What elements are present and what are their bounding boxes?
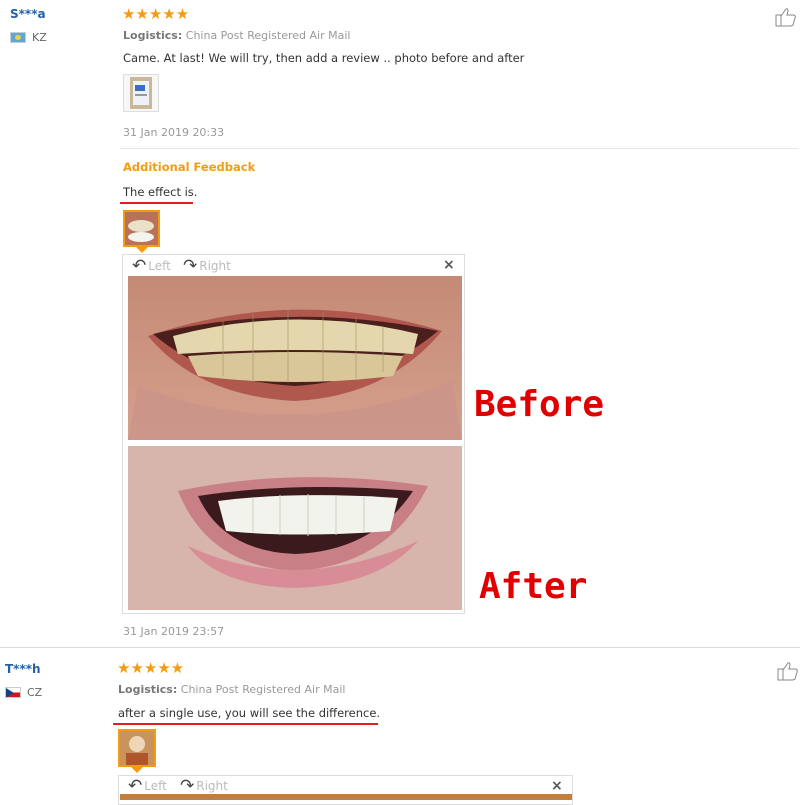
kz-flag-icon [10,32,26,43]
review-text: Came. At last! We will try, then add a r… [123,51,525,65]
rotate-left-label: Left [148,259,171,273]
reviewer-country: KZ [10,31,47,44]
rotate-right-button[interactable]: ↷ Right [183,256,231,276]
package-photo-icon [130,77,152,109]
logistics-value: China Post Registered Air Mail [185,29,351,42]
rotate-right-label: Right [196,779,228,793]
rating-stars: ★★★★★ [122,5,190,23]
review-photo-thumbnail[interactable] [123,74,159,112]
thumbs-up-icon [777,662,798,681]
red-underline [120,202,193,204]
country-code: CZ [27,686,43,699]
logistics-label: Logistics: [123,29,183,42]
rating-stars: ★★★★★ [117,659,185,677]
rotate-left-button[interactable]: ↶ Left [132,256,171,276]
after-photo [128,446,462,610]
after-annotation: After [479,566,588,607]
rotate-right-button[interactable]: ↷ Right [180,776,228,796]
like-button[interactable] [777,661,799,685]
teeth-thumbnail-icon [125,212,158,245]
logistics-value: China Post Registered Air Mail [180,683,346,696]
additional-feedback-title: Additional Feedback [123,160,256,174]
rotate-left-button[interactable]: ↶ Left [128,776,167,796]
like-button[interactable] [775,7,797,31]
rotate-left-icon: ↶ [132,256,147,276]
review-separator [0,647,800,648]
selected-photo-thumbnail[interactable] [123,210,160,247]
divider [120,148,798,149]
red-underline [113,723,378,725]
reviewer-country: CZ [5,686,42,699]
additional-feedback-date: 31 Jan 2019 23:57 [123,625,225,638]
rotate-left-icon: ↶ [128,776,143,796]
selected-photo-thumbnail[interactable] [118,729,156,767]
rotate-right-icon: ↷ [180,776,195,796]
logistics-info: Logistics: China Post Registered Air Mai… [118,683,345,696]
logistics-info: Logistics: China Post Registered Air Mai… [123,29,350,42]
photo-thumbnail-icon [120,731,154,765]
before-annotation: Before [474,384,605,425]
close-icon[interactable]: × [443,257,455,273]
reviewer-name[interactable]: S***a [10,7,46,21]
before-photo [128,276,462,440]
review-text: after a single use, you will see the dif… [118,706,381,720]
rotate-right-label: Right [199,259,231,273]
cz-flag-icon [5,687,21,698]
additional-feedback-text: The effect is. [123,185,198,199]
photo-preview-strip [120,794,572,800]
close-icon[interactable]: × [551,778,563,794]
thumbs-up-icon [775,8,796,27]
review-date: 31 Jan 2019 20:33 [123,126,225,139]
thumbnail-pointer [136,247,148,253]
reviewer-name[interactable]: T***h [5,662,41,676]
thumbnail-pointer [131,767,143,773]
rotate-right-icon: ↷ [183,256,198,276]
country-code: KZ [32,31,47,44]
rotate-left-label: Left [144,779,167,793]
logistics-label: Logistics: [118,683,178,696]
